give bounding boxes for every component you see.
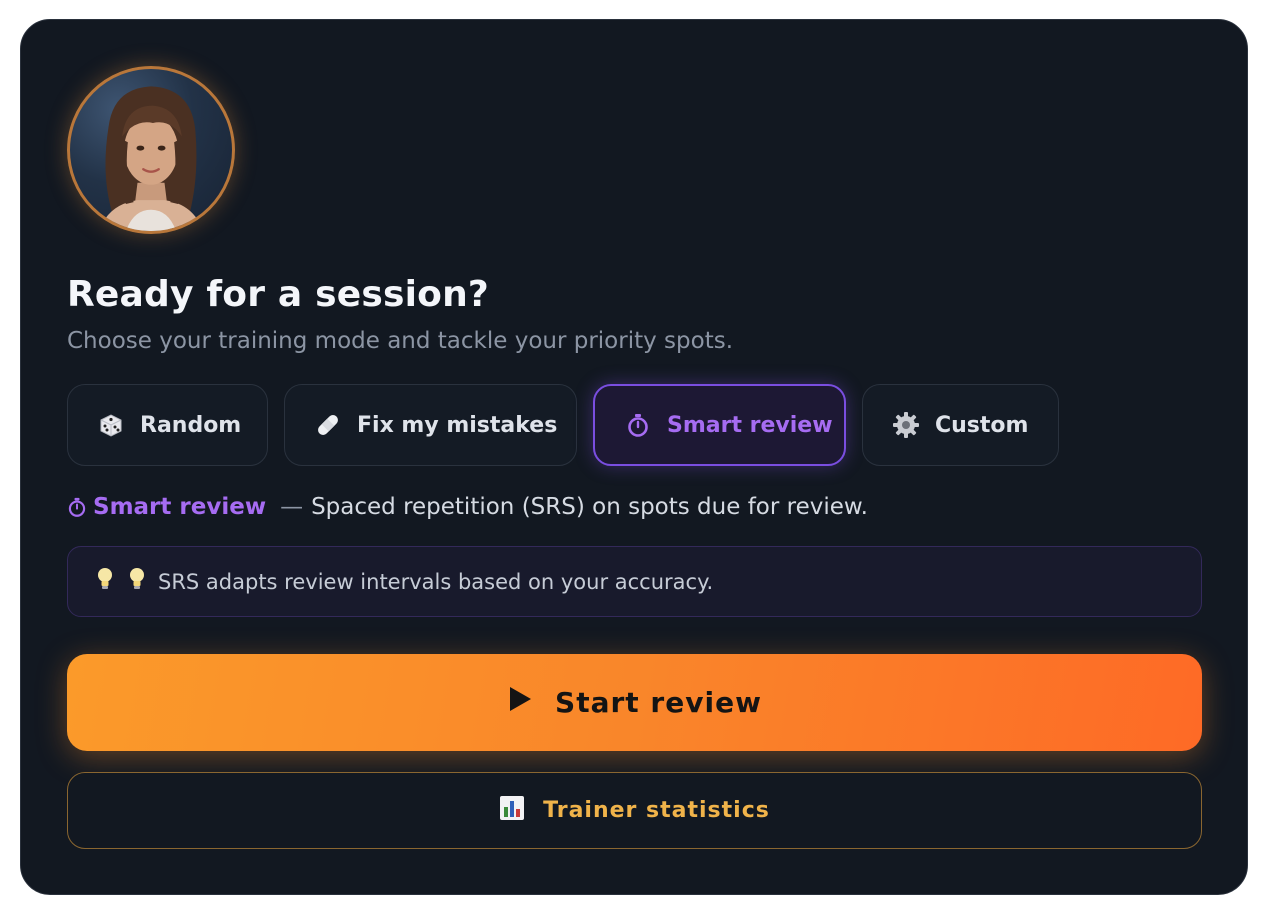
mode-smart-review-button[interactable]: Smart review <box>593 384 846 466</box>
mode-fix-mistakes-button[interactable]: Fix my mistakes <box>284 384 577 466</box>
avatar-portrait <box>98 86 204 231</box>
mode-description: Smart review — Spaced repetition (SRS) o… <box>67 494 868 520</box>
bar-chart-icon <box>499 795 525 827</box>
mode-description-text: Spaced repetition (SRS) on spots due for… <box>311 494 868 520</box>
mode-random-label: Random <box>140 412 242 438</box>
trainer-statistics-button[interactable]: Trainer statistics <box>67 772 1202 849</box>
start-review-label: Start review <box>555 686 762 719</box>
dice-icon <box>96 410 126 440</box>
trainer-statistics-label: Trainer statistics <box>543 798 770 823</box>
page-title: Ready for a session? <box>67 274 489 315</box>
stopwatch-icon <box>68 497 86 517</box>
stopwatch-icon <box>623 410 653 440</box>
bandage-icon <box>313 410 343 440</box>
tip-box: SRS adapts review intervals based on you… <box>67 546 1202 617</box>
gear-icon <box>891 410 921 440</box>
coach-avatar <box>67 66 235 234</box>
mode-smart-review-label: Smart review <box>667 412 833 438</box>
session-card: Ready for a session? Choose your trainin… <box>20 19 1248 895</box>
mode-description-title: Smart review <box>93 494 267 520</box>
tip-text: SRS adapts review intervals based on you… <box>158 569 714 594</box>
mode-description-name: Smart review <box>67 494 266 520</box>
mode-description-dash: — <box>280 494 304 520</box>
lightbulb-icon <box>126 566 148 597</box>
mode-custom-label: Custom <box>935 412 1029 438</box>
mode-fix-mistakes-label: Fix my mistakes <box>357 412 558 438</box>
page-subtitle: Choose your training mode and tackle you… <box>67 328 734 354</box>
play-icon <box>507 685 533 720</box>
lightbulb-icon <box>94 566 116 597</box>
mode-custom-button[interactable]: Custom <box>862 384 1059 466</box>
mode-random-button[interactable]: Random <box>67 384 268 466</box>
start-review-button[interactable]: Start review <box>67 654 1202 751</box>
